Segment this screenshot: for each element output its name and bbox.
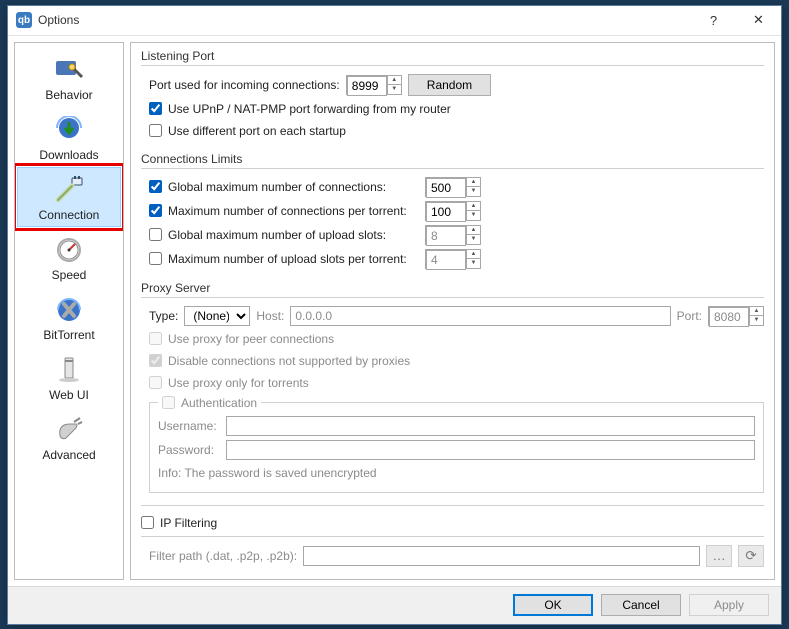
- diffport-checkbox-input[interactable]: [149, 124, 162, 137]
- ipfilter-checkbox[interactable]: IP Filtering: [141, 516, 217, 530]
- webui-icon: [53, 354, 85, 386]
- global-max-conn-spinbox[interactable]: ▲▼: [425, 177, 481, 197]
- proxy-peer-checkbox: Use proxy for peer connections: [149, 332, 334, 346]
- divider: [141, 168, 764, 169]
- proxy-disable-unsupported-checkbox: Disable connections not supported by pro…: [149, 354, 410, 368]
- group-conn-limits: Connections Limits Global maximum number…: [141, 152, 764, 271]
- sidebar: Behavior Downloads Connection Speed: [14, 42, 124, 580]
- global-max-upload-spinbox: ▲▼: [425, 225, 481, 245]
- divider: [141, 297, 764, 298]
- upnp-checkbox[interactable]: Use UPnP / NAT-PMP port forwarding from …: [149, 102, 451, 116]
- proxy-auth-fieldset: Authentication Username: Password:: [149, 396, 764, 493]
- content-panel: Listening Port Port used for incoming co…: [130, 42, 775, 580]
- close-button[interactable]: ✕: [736, 5, 781, 35]
- sidebar-item-behavior[interactable]: Behavior: [17, 47, 121, 107]
- sidebar-item-label: Behavior: [45, 88, 92, 102]
- group-title: Listening Port: [141, 49, 764, 63]
- group-proxy: Proxy Server Type: (None) Host: Port: ▲▼…: [141, 281, 764, 495]
- filter-path-input: [303, 546, 700, 566]
- diffport-checkbox[interactable]: Use different port on each startup: [149, 124, 346, 138]
- help-button[interactable]: ?: [691, 5, 736, 35]
- sidebar-item-downloads[interactable]: Downloads: [17, 107, 121, 167]
- port-spinbox[interactable]: ▲▼: [346, 75, 402, 95]
- max-conn-per-torrent-spinbox[interactable]: ▲▼: [425, 201, 481, 221]
- diffport-label: Use different port on each startup: [168, 124, 346, 138]
- apply-button: Apply: [689, 594, 769, 616]
- sidebar-item-label: Speed: [52, 268, 87, 282]
- random-button[interactable]: Random: [408, 74, 491, 96]
- proxy-port-label: Port:: [677, 309, 702, 323]
- sidebar-item-bittorrent[interactable]: BitTorrent: [17, 287, 121, 347]
- spin-down-icon[interactable]: ▼: [388, 85, 401, 94]
- global-max-conn-checkbox[interactable]: Global maximum number of connections:: [149, 180, 419, 194]
- reload-icon: ⟳: [745, 548, 756, 564]
- filter-path-label: Filter path (.dat, .p2p, .p2b):: [149, 549, 297, 563]
- connection-icon: [53, 174, 85, 206]
- divider: [141, 505, 764, 506]
- sidebar-item-speed[interactable]: Speed: [17, 227, 121, 287]
- max-conn-per-torrent-checkbox[interactable]: Maximum number of connections per torren…: [149, 204, 419, 218]
- proxy-auth-checkbox: Authentication: [162, 396, 257, 410]
- proxy-username-label: Username:: [158, 419, 220, 433]
- sidebar-item-connection[interactable]: Connection: [17, 167, 121, 227]
- proxy-username-input: [226, 416, 755, 436]
- bittorrent-icon: [53, 294, 85, 326]
- upnp-label: Use UPnP / NAT-PMP port forwarding from …: [168, 102, 451, 116]
- global-max-upload-checkbox[interactable]: Global maximum number of upload slots:: [149, 228, 419, 242]
- sidebar-item-label: Connection: [39, 208, 100, 222]
- sidebar-item-advanced[interactable]: Advanced: [17, 407, 121, 467]
- proxy-type-select[interactable]: (None): [184, 306, 250, 326]
- advanced-icon: [53, 414, 85, 446]
- proxy-port-spinbox: ▲▼: [708, 306, 764, 326]
- divider: [141, 536, 764, 537]
- proxy-info-label: Info: The password is saved unencrypted: [158, 466, 377, 480]
- max-upload-per-torrent-spinbox: ▲▼: [425, 249, 481, 269]
- ok-button[interactable]: OK: [513, 594, 593, 616]
- proxy-host-input: [290, 306, 670, 326]
- divider: [141, 65, 764, 66]
- sidebar-item-label: Downloads: [39, 148, 98, 162]
- proxy-only-torrents-checkbox: Use proxy only for torrents: [149, 376, 309, 390]
- proxy-host-label: Host:: [256, 309, 284, 323]
- titlebar: qb Options ? ✕: [8, 6, 781, 36]
- options-dialog: qb Options ? ✕ Behavior Downloads: [7, 5, 782, 625]
- sidebar-item-label: BitTorrent: [43, 328, 94, 342]
- downloads-icon: [53, 114, 85, 146]
- sidebar-item-webui[interactable]: Web UI: [17, 347, 121, 407]
- speed-icon: [53, 234, 85, 266]
- proxy-password-label: Password:: [158, 443, 220, 457]
- proxy-password-input: [226, 440, 755, 460]
- max-upload-per-torrent-checkbox[interactable]: Maximum number of upload slots per torre…: [149, 252, 419, 266]
- group-title: Connections Limits: [141, 152, 764, 166]
- reload-button: ⟳: [738, 545, 764, 567]
- upnp-checkbox-input[interactable]: [149, 102, 162, 115]
- sidebar-item-label: Web UI: [49, 388, 89, 402]
- app-icon: qb: [16, 12, 32, 28]
- group-ip-filtering: IP Filtering Filter path (.dat, .p2p, .p…: [141, 505, 764, 569]
- ellipsis-icon: …: [712, 548, 725, 563]
- spin-up-icon[interactable]: ▲: [388, 76, 401, 86]
- browse-button: …: [706, 545, 732, 567]
- dialog-footer: OK Cancel Apply: [8, 586, 781, 624]
- port-label: Port used for incoming connections:: [149, 78, 340, 92]
- proxy-type-label: Type:: [149, 309, 178, 323]
- window-title: Options: [38, 13, 79, 27]
- group-title: Proxy Server: [141, 281, 764, 295]
- cancel-button[interactable]: Cancel: [601, 594, 681, 616]
- behavior-icon: [53, 54, 85, 86]
- port-input[interactable]: [347, 76, 387, 96]
- sidebar-item-label: Advanced: [42, 448, 95, 462]
- group-listening-port: Listening Port Port used for incoming co…: [141, 49, 764, 142]
